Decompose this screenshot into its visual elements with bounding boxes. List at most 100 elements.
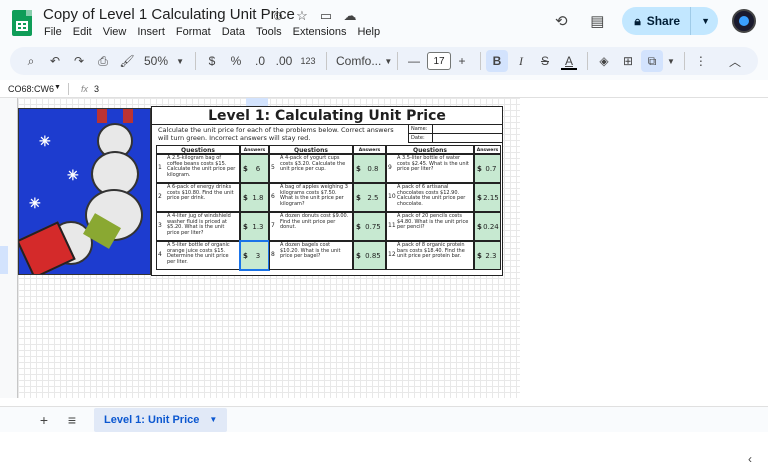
chevron-down-icon: ▼ xyxy=(176,56,184,66)
name-box-value: CO68:CW6 xyxy=(8,83,55,94)
share-label: Share xyxy=(646,14,681,28)
collapse-toolbar-icon[interactable]: ︿ xyxy=(724,50,746,72)
lock-icon: 🔒︎ xyxy=(634,13,641,28)
history-icon[interactable]: ⟲ xyxy=(550,10,572,32)
question-number: 12 xyxy=(388,251,396,258)
chevron-left-icon[interactable]: ‹ xyxy=(748,452,752,466)
menu-help[interactable]: Help xyxy=(357,26,380,38)
question-text: A 3.5-liter bottle of water costs $2.45.… xyxy=(397,155,469,173)
cloud-status-icon[interactable]: ☁ xyxy=(342,8,358,24)
questions-header: Questions xyxy=(156,145,240,154)
answer-cell[interactable]: $0.85 xyxy=(353,241,386,270)
chevron-down-icon: ▼ xyxy=(384,56,393,66)
spreadsheet-grid[interactable]: ✳ ✳ ✳ Level 1: Calculating Unit Price Ca… xyxy=(0,98,768,406)
bold-button[interactable]: B xyxy=(486,50,508,72)
italic-button[interactable]: I xyxy=(510,50,532,72)
sheet-tab-label: Level 1: Unit Price xyxy=(104,413,200,426)
answer-cell[interactable]: $2.3 xyxy=(474,241,501,270)
answer-cell[interactable]: $1.8 xyxy=(240,183,269,212)
menu-format[interactable]: Format xyxy=(176,26,211,38)
question-number: 1 xyxy=(158,164,162,171)
menu-data[interactable]: Data xyxy=(222,26,245,38)
answer-cell-selected[interactable]: $3 xyxy=(239,240,270,271)
undo-icon[interactable]: ↶ xyxy=(44,50,66,72)
text-color-button[interactable]: A xyxy=(558,50,580,72)
answer-cell[interactable]: $1.3 xyxy=(240,212,269,241)
question-cell: 11 A pack of 20 pencils costs $4.80. What… xyxy=(386,212,474,241)
answer-cell[interactable]: $0.7 xyxy=(474,154,501,183)
percent-format-button[interactable]: % xyxy=(225,50,247,72)
chevron-down-icon[interactable]: ▼ xyxy=(665,50,677,72)
chevron-down-icon: ▼ xyxy=(54,83,61,91)
chevron-down-icon[interactable]: ▼ xyxy=(701,16,710,26)
question-cell: 6 A bag of apples weighing 3 kilograms co… xyxy=(269,183,353,212)
document-title[interactable]: Copy of Level 1 Calculating Unit Price xyxy=(43,6,295,23)
paint-format-icon[interactable]: 🖌︎ xyxy=(116,50,138,72)
increase-font-size-button[interactable]: + xyxy=(451,50,473,72)
menu-extensions[interactable]: Extensions xyxy=(293,26,347,38)
borders-icon[interactable]: ⊞ xyxy=(617,50,639,72)
question-text: A bag of apples weighing 3 kilograms cos… xyxy=(280,184,348,207)
questions-header: Questions xyxy=(386,145,474,154)
title-actions: ☺ ☆ ▭ ☁ xyxy=(270,8,358,24)
formula-input[interactable]: 3 xyxy=(94,84,99,94)
snowflake-icon: ✳ xyxy=(39,133,51,149)
menu-view[interactable]: View xyxy=(103,26,127,38)
comments-icon[interactable]: ▤ xyxy=(586,10,608,32)
star-icon[interactable]: ☆ xyxy=(294,8,310,24)
answers-header: Answers xyxy=(240,145,269,154)
answer-cell[interactable]: $0.24 xyxy=(474,212,501,241)
all-sheets-icon[interactable]: ≡ xyxy=(58,409,86,431)
sheets-logo-icon[interactable] xyxy=(12,10,32,36)
share-button[interactable]: 🔒︎ Share ▼ xyxy=(622,7,718,35)
answer-value: 6 xyxy=(255,164,261,173)
answer-cell[interactable]: $6 xyxy=(240,154,269,183)
merge-cells-icon[interactable]: ⧉ xyxy=(641,50,663,72)
answer-cell[interactable]: $2.5 xyxy=(353,183,386,212)
strikethrough-button[interactable]: S xyxy=(534,50,556,72)
question-text: A pack of 20 pencils costs $4.80. What i… xyxy=(397,213,469,231)
print-icon[interactable]: ⎙ xyxy=(92,50,114,72)
question-number: 4 xyxy=(158,251,162,258)
increase-decimal-button[interactable]: .00 xyxy=(273,50,295,72)
smiley-icon[interactable]: ☺ xyxy=(270,8,286,24)
menu-edit[interactable]: Edit xyxy=(73,26,92,38)
question-number: 10 xyxy=(388,193,396,200)
menu-tools[interactable]: Tools xyxy=(256,26,282,38)
answer-cell[interactable]: $2.15 xyxy=(474,183,501,212)
move-to-folder-icon[interactable]: ▭ xyxy=(318,8,334,24)
question-number: 2 xyxy=(158,193,162,200)
font-select[interactable]: Comfo... ▼ xyxy=(332,50,393,72)
zoom-select[interactable]: 50% ▼ xyxy=(140,50,188,72)
fill-color-icon[interactable]: ◈ xyxy=(593,50,615,72)
more-options-icon[interactable]: ⋮ xyxy=(690,50,712,72)
decrease-decimal-button[interactable]: .0 xyxy=(249,50,271,72)
font-size-input[interactable]: 17 xyxy=(427,52,451,70)
currency-format-button[interactable]: $ xyxy=(201,50,223,72)
name-box[interactable]: CO68:CW6 ▼ xyxy=(0,84,68,94)
question-cell: 10 A pack of 6 artisanal chocolates costs… xyxy=(386,183,474,212)
answer-cell[interactable]: $0.8 xyxy=(353,154,386,183)
answer-value: 0.85 xyxy=(365,251,381,260)
title-bar: Copy of Level 1 Calculating Unit Price ☺… xyxy=(0,0,768,44)
sheet-tab[interactable]: Level 1: Unit Price ▼ xyxy=(94,407,228,432)
chevron-down-icon[interactable]: ▼ xyxy=(209,415,217,424)
sheet-tabs-bar: + ≡ Level 1: Unit Price ▼ xyxy=(0,406,768,432)
formula-bar: CO68:CW6 ▼ fx 3 xyxy=(0,80,768,98)
menu-file[interactable]: File xyxy=(44,26,62,38)
answer-cell[interactable]: $0.75 xyxy=(353,212,386,241)
search-icon[interactable]: ⌕ xyxy=(20,50,42,72)
worksheet: Level 1: Calculating Unit Price Calculat… xyxy=(151,106,503,276)
decrease-font-size-button[interactable]: — xyxy=(403,50,425,72)
name-label: Name: xyxy=(409,125,433,133)
answer-value: 2.5 xyxy=(367,193,379,202)
redo-icon[interactable]: ↷ xyxy=(68,50,90,72)
avatar[interactable] xyxy=(732,9,756,33)
add-sheet-icon[interactable]: + xyxy=(30,409,58,431)
selected-column-indicator xyxy=(246,98,268,106)
snowflake-icon: ✳ xyxy=(67,167,79,183)
question-text: A dozen donuts cost $9.00. Find the unit… xyxy=(280,213,349,231)
zoom-value: 50% xyxy=(144,54,169,68)
menu-insert[interactable]: Insert xyxy=(137,26,165,38)
more-formats-button[interactable]: 123 xyxy=(297,50,319,72)
